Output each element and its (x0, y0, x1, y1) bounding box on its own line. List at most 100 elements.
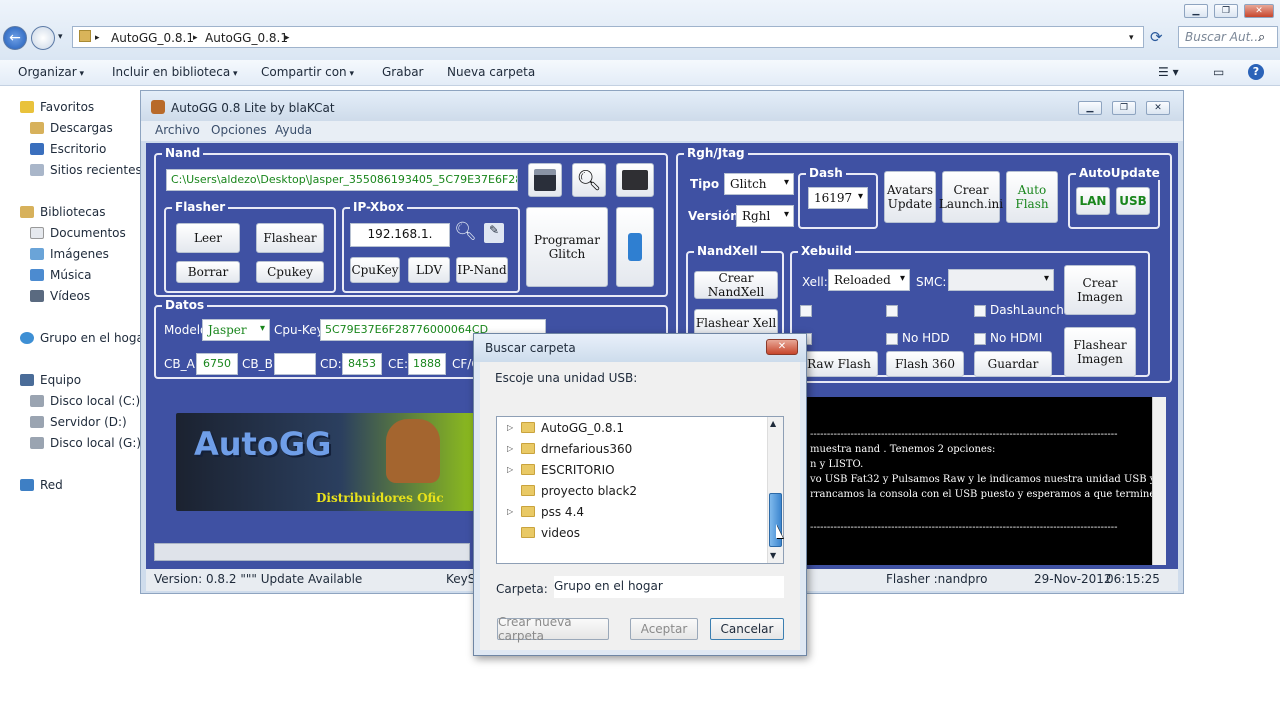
create-launch-button[interactable]: Crear Launch.ini (939, 171, 1003, 223)
scroll-up-icon[interactable]: ▲ (770, 419, 776, 428)
breadcrumb-item[interactable]: AutoGG_0.8.1 (111, 31, 194, 45)
recent-pages-icon[interactable]: ▾ (58, 32, 63, 42)
version-select[interactable]: Rghl (736, 205, 794, 227)
search-ip-icon[interactable]: 🔍︎ (454, 221, 477, 242)
nand-path-field[interactable]: C:\Users\aldezo\Desktop\Jasper_355086193… (166, 169, 518, 191)
expand-arrow-icon[interactable]: ▷ (507, 465, 513, 474)
sidebar-item-server-d[interactable]: Servidor (D:) (30, 415, 127, 429)
breadcrumb-arrow-icon[interactable]: ▸ (193, 33, 198, 43)
dash-select[interactable]: 16197 (808, 187, 868, 209)
sidebar-item-disk-c[interactable]: Disco local (C:) (30, 394, 140, 408)
forward-button[interactable] (31, 26, 55, 50)
erase-button[interactable]: Borrar (176, 261, 240, 283)
sidebar-item-recent[interactable]: Sitios recientes (30, 163, 142, 177)
scroll-thumb[interactable] (769, 493, 782, 547)
nohdmi-checkbox[interactable] (974, 333, 986, 345)
ldv-button[interactable]: LDV (408, 257, 450, 283)
open-folder-button[interactable] (616, 163, 654, 197)
breadcrumb-item[interactable]: AutoGG_0.8.1 (205, 31, 288, 45)
sidebar-item-disk-g[interactable]: Disco local (G:) (30, 436, 141, 450)
address-dropdown-icon[interactable]: ▾ (1129, 33, 1134, 43)
preview-pane-icon[interactable]: ▭ (1213, 65, 1224, 79)
sidebar-item-libraries[interactable]: Bibliotecas (20, 205, 105, 219)
option-checkbox[interactable] (800, 305, 812, 317)
burn-button[interactable]: Grabar (382, 65, 424, 79)
new-folder-button[interactable]: Nueva carpeta (447, 65, 535, 79)
edit-ip-icon[interactable]: ✎ (484, 223, 504, 243)
usb-button[interactable] (616, 207, 654, 287)
ce-field[interactable]: 1888 (408, 353, 446, 375)
usb-update-button[interactable]: USB (1116, 187, 1150, 215)
expand-arrow-icon[interactable]: ▷ (507, 507, 513, 516)
breadcrumb-arrow-icon[interactable]: ▸ (95, 33, 100, 43)
back-button[interactable]: ← (3, 26, 27, 50)
sidebar-item-music[interactable]: Música (30, 268, 92, 282)
flash-360-button[interactable]: Flash 360 (886, 351, 964, 377)
sidebar-item-homegroup[interactable]: Grupo en el hogar (20, 331, 149, 345)
dashlaunch-checkbox[interactable] (974, 305, 986, 317)
app-maximize-button[interactable]: ❐ (1112, 101, 1136, 115)
close-button[interactable]: ✕ (1244, 4, 1274, 18)
create-nandxell-button[interactable]: Crear NandXell (694, 271, 778, 299)
maximize-button[interactable]: ❐ (1214, 4, 1238, 18)
cpukey-read-button[interactable]: Cpukey (256, 261, 324, 283)
refresh-icon[interactable]: ⟳ (1150, 28, 1163, 46)
tree-item[interactable]: ▷ ESCRITORIO (507, 463, 615, 477)
cd-field[interactable]: 8453 (342, 353, 382, 375)
sidebar-item-videos[interactable]: Vídeos (30, 289, 90, 303)
menu-options[interactable]: Opciones (211, 123, 267, 137)
folder-name-field[interactable]: Grupo en el hogar (554, 576, 784, 598)
tree-item[interactable]: videos (507, 526, 580, 540)
tree-item[interactable]: proyecto black2 (507, 484, 637, 498)
lan-button[interactable]: LAN (1076, 187, 1110, 215)
model-select[interactable]: Jasper (202, 319, 270, 341)
program-glitch-button[interactable]: Programar Glitch (526, 207, 608, 287)
cba-field[interactable]: 6750 (196, 353, 238, 375)
sidebar-item-desktop[interactable]: Escritorio (30, 142, 106, 156)
expand-arrow-icon[interactable]: ▷ (507, 444, 513, 453)
raw-flash-button[interactable]: Raw Flash (800, 351, 878, 377)
read-button[interactable]: Leer (176, 223, 240, 253)
smc-select[interactable] (948, 269, 1054, 291)
menu-file[interactable]: Archivo (155, 123, 200, 137)
expand-arrow-icon[interactable]: ▷ (507, 423, 513, 432)
ip-input[interactable]: 192.168.1. (350, 223, 450, 247)
tree-item[interactable]: ▷ pss 4.4 (507, 505, 584, 519)
minimize-button[interactable]: ▁ (1184, 4, 1208, 18)
menu-help[interactable]: Ayuda (275, 123, 312, 137)
ipnand-button[interactable]: IP-Nand (456, 257, 508, 283)
new-folder-dialog-button[interactable]: Crear nueva carpeta (497, 615, 609, 643)
sidebar-item-favorites[interactable]: Favoritos (20, 100, 94, 114)
create-image-button[interactable]: Crear Imagen (1064, 265, 1136, 315)
flash-image-button[interactable]: Flashear Imagen (1064, 327, 1136, 377)
tree-item[interactable]: ▷ AutoGG_0.8.1 (507, 421, 624, 435)
sidebar-item-documents[interactable]: Documentos (30, 226, 126, 240)
help-icon[interactable]: ? (1248, 64, 1264, 80)
option-checkbox[interactable] (886, 305, 898, 317)
view-options-icon[interactable]: ☰ ▾ (1158, 65, 1179, 79)
breadcrumb-arrow-icon[interactable]: ▸ (285, 33, 290, 43)
share-menu[interactable]: Compartir con (261, 65, 354, 79)
cbb-field[interactable] (274, 353, 316, 375)
sidebar-item-downloads[interactable]: Descargas (30, 121, 113, 135)
organize-menu[interactable]: Organizar (18, 65, 84, 79)
avatars-update-button[interactable]: Avatars Update (884, 171, 936, 223)
app-close-button[interactable]: ✕ (1146, 101, 1170, 115)
dialog-close-button[interactable]: ✕ (766, 339, 798, 355)
sidebar-item-network[interactable]: Red (20, 478, 63, 492)
sidebar-item-images[interactable]: Imágenes (30, 247, 109, 261)
tree-item[interactable]: ▷ drnefarious360 (507, 442, 632, 456)
include-library-menu[interactable]: Incluir en biblioteca (112, 65, 238, 79)
sidebar-item-computer[interactable]: Equipo (20, 373, 81, 387)
cpukey-button[interactable]: CpuKey (350, 257, 400, 283)
flash-button[interactable]: Flashear (256, 223, 324, 253)
app-minimize-button[interactable]: ▁ (1078, 101, 1102, 115)
log-scrollbar[interactable] (1152, 397, 1166, 565)
cancel-button[interactable]: Cancelar (710, 618, 784, 640)
tree-scrollbar[interactable]: ▲ ▼ (767, 417, 783, 563)
address-bar[interactable]: ▸ AutoGG_0.8.1 ▸ AutoGG_0.8.1 ▸ ▾ (72, 26, 1144, 48)
nohdd-checkbox[interactable] (886, 333, 898, 345)
tipo-select[interactable]: Glitch (724, 173, 794, 195)
search-nand-button[interactable]: 🔍︎ (572, 163, 606, 197)
ok-button[interactable]: Aceptar (630, 618, 698, 640)
